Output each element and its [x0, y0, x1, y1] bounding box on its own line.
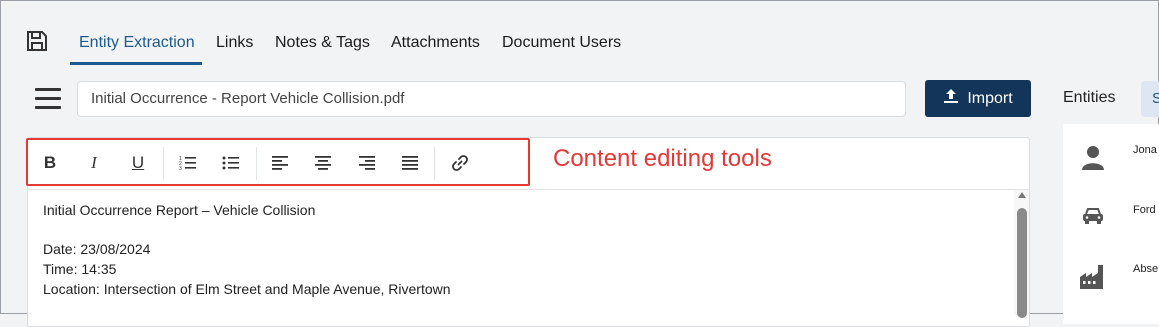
content-heading: Initial Occurrence Report – Vehicle Coll… — [43, 202, 316, 218]
factory-icon — [1079, 263, 1105, 294]
import-button[interactable]: Import — [925, 80, 1031, 117]
scroll-thumb[interactable] — [1017, 208, 1027, 318]
upload-icon — [943, 88, 959, 109]
entity-name[interactable]: Jona — [1133, 144, 1157, 156]
tab-notes-tags[interactable]: Notes & Tags — [275, 34, 370, 52]
document-filename-field[interactable]: Initial Occurrence - Report Vehicle Coll… — [77, 81, 906, 117]
import-button-label: Import — [967, 89, 1013, 107]
entity-name[interactable]: Ford — [1133, 204, 1156, 216]
annotation-label: Content editing tools — [553, 145, 772, 172]
toolbar-divider — [28, 189, 1029, 190]
tab-links[interactable]: Links — [216, 34, 253, 52]
entity-name[interactable]: Abse — [1133, 263, 1158, 275]
save-icon[interactable] — [25, 29, 49, 53]
content-date: Date: 23/08/2024 — [43, 241, 151, 257]
sidebar-tab-secondary[interactable]: S — [1141, 81, 1159, 117]
toolbar-highlight-box — [26, 138, 530, 186]
menu-icon[interactable] — [35, 88, 61, 110]
tab-document-users[interactable]: Document Users — [502, 34, 621, 52]
car-icon — [1082, 207, 1104, 230]
content-location: Location: Intersection of Elm Street and… — [43, 281, 451, 297]
content-time: Time: 14:35 — [43, 261, 117, 277]
tab-entities[interactable]: Entities — [1063, 89, 1115, 107]
scroll-up-arrow-icon[interactable] — [1018, 192, 1026, 198]
tab-entity-extraction[interactable]: Entity Extraction — [79, 34, 195, 52]
active-tab-indicator — [70, 62, 202, 65]
person-icon — [1081, 144, 1105, 175]
tab-attachments[interactable]: Attachments — [391, 34, 480, 52]
